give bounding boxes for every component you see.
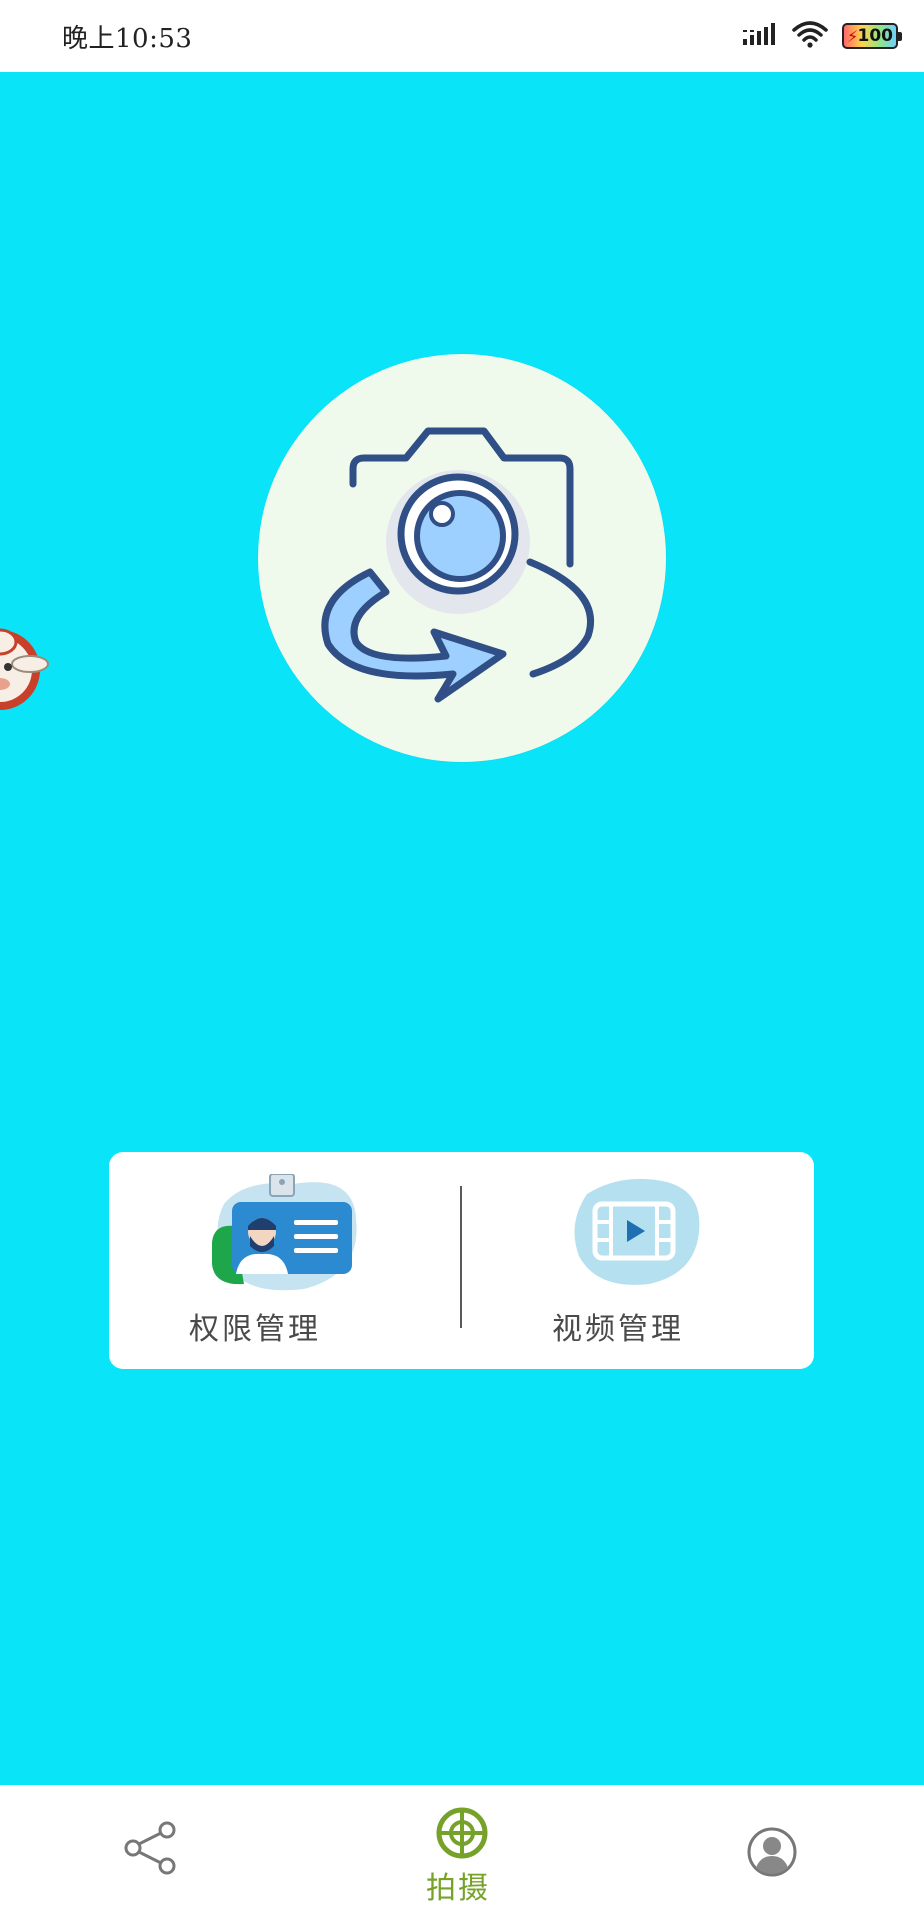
main-area: 权限管理 视频管理 bbox=[0, 72, 924, 1785]
floating-mascot-icon[interactable] bbox=[0, 612, 56, 716]
battery-level: 100 bbox=[857, 26, 894, 46]
user-icon bbox=[746, 1826, 798, 1882]
nav-item-profile[interactable] bbox=[672, 1785, 872, 1920]
bottom-nav: 拍摄 bbox=[0, 1785, 924, 1920]
wifi-icon bbox=[792, 20, 828, 52]
video-management-label: 视频管理 bbox=[552, 1312, 684, 1347]
video-management-button[interactable]: 视频管理 bbox=[462, 1152, 814, 1369]
permission-management-label: 权限管理 bbox=[189, 1312, 321, 1347]
permission-management-button[interactable]: 权限管理 bbox=[109, 1152, 461, 1369]
charging-bolt-icon: ⚡ bbox=[847, 27, 859, 46]
status-bar: 晚上10:53 ⚡ 100 bbox=[0, 0, 924, 72]
status-icons: ⚡ 100 bbox=[742, 18, 902, 54]
battery-icon: ⚡ 100 bbox=[842, 23, 902, 49]
nav-item-shoot[interactable]: 拍摄 bbox=[362, 1785, 562, 1920]
share-icon bbox=[123, 1820, 179, 1880]
status-time: 晚上10:53 bbox=[62, 24, 193, 54]
crosshair-icon bbox=[434, 1805, 490, 1865]
nav-label-shoot: 拍摄 bbox=[426, 1871, 490, 1906]
signal-icon bbox=[742, 21, 778, 51]
action-card: 权限管理 视频管理 bbox=[109, 1152, 814, 1369]
app-screen: 晚上10:53 ⚡ 100 权限管理 视频管理 拍摄 bbox=[0, 0, 924, 1920]
camera-rotate-icon bbox=[321, 427, 595, 703]
video-film-icon bbox=[567, 1174, 703, 1292]
camera-rotate-button[interactable] bbox=[258, 354, 666, 762]
nav-item-share[interactable] bbox=[50, 1785, 250, 1920]
id-badge-icon bbox=[204, 1173, 364, 1298]
